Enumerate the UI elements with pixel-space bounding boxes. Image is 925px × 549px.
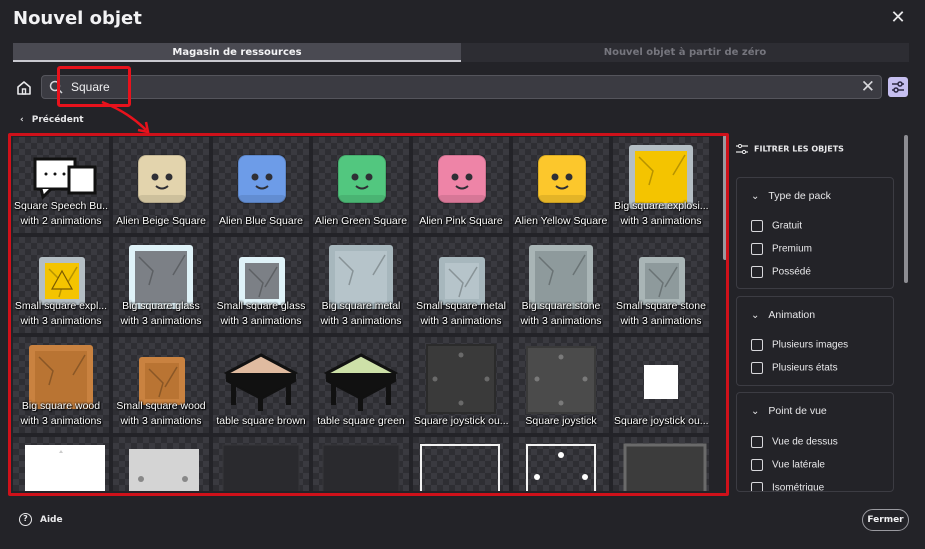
results-highlight-box: [8, 133, 729, 496]
filter-option-possede[interactable]: Possédé: [751, 266, 811, 278]
tab-new-object-from-scratch[interactable]: Nouvel objet à partir de zéro: [461, 43, 909, 62]
tab-bar: Magasin de ressources Nouvel objet à par…: [13, 43, 909, 62]
clear-search-icon[interactable]: ✕: [861, 77, 875, 97]
search-input[interactable]: Square ✕: [41, 75, 882, 99]
filter-group-animation: ⌄ Animation Plusieurs images Plusieurs ét…: [736, 296, 894, 386]
filter-option-vue-laterale[interactable]: Vue latérale: [751, 459, 825, 471]
checkbox[interactable]: [751, 220, 763, 232]
filter-scrollbar[interactable]: [904, 135, 908, 283]
filter-heading: FILTRER LES OBJETS: [736, 143, 844, 155]
close-icon[interactable]: ✕: [888, 8, 908, 28]
filter-option-vue-de-dessus[interactable]: Vue de dessus: [751, 436, 838, 448]
checkbox[interactable]: [751, 339, 763, 351]
filter-group-header[interactable]: ⌄ Type de pack: [751, 190, 831, 202]
checkbox[interactable]: [751, 436, 763, 448]
checkbox[interactable]: [751, 266, 763, 278]
checkbox[interactable]: [751, 482, 763, 491]
home-icon[interactable]: [14, 78, 34, 98]
filter-option-isometrique[interactable]: Isométrique: [751, 482, 824, 491]
dialog-title: Nouvel objet: [13, 8, 142, 29]
filter-group-pack-type: ⌄ Type de pack Gratuit Premium Possédé: [736, 177, 894, 289]
filter-sliders-icon: [736, 143, 748, 155]
previous-label: Précédent: [31, 115, 84, 125]
sliders-icon: [892, 81, 904, 93]
filter-option-plusieurs-images[interactable]: Plusieurs images: [751, 339, 848, 351]
help-icon: ?: [19, 513, 32, 526]
chevron-down-icon: ⌄: [751, 310, 760, 321]
annotation-arrow: [101, 100, 150, 134]
help-label: Aide: [40, 515, 63, 525]
checkbox[interactable]: [751, 243, 763, 255]
chevron-down-icon: ⌄: [751, 191, 760, 202]
filter-heading-label: FILTRER LES OBJETS: [754, 144, 844, 154]
checkbox[interactable]: [751, 459, 763, 471]
tab-asset-store[interactable]: Magasin de ressources: [13, 43, 461, 62]
close-button[interactable]: Fermer: [862, 509, 909, 531]
filter-option-gratuit[interactable]: Gratuit: [751, 220, 802, 232]
previous-button[interactable]: ‹ Précédent: [20, 115, 84, 125]
filter-group-point-of-view: ⌄ Point de vue Vue de dessus Vue latérale…: [736, 392, 894, 492]
chevron-down-icon: ⌄: [751, 406, 760, 417]
filter-option-premium[interactable]: Premium: [751, 243, 812, 255]
filter-toggle-button[interactable]: [888, 77, 908, 97]
help-button[interactable]: ? Aide: [19, 513, 63, 526]
filter-group-header[interactable]: ⌄ Animation: [751, 309, 815, 321]
filter-option-plusieurs-etats[interactable]: Plusieurs états: [751, 362, 838, 374]
checkbox[interactable]: [751, 362, 763, 374]
filter-group-header[interactable]: ⌄ Point de vue: [751, 405, 827, 417]
